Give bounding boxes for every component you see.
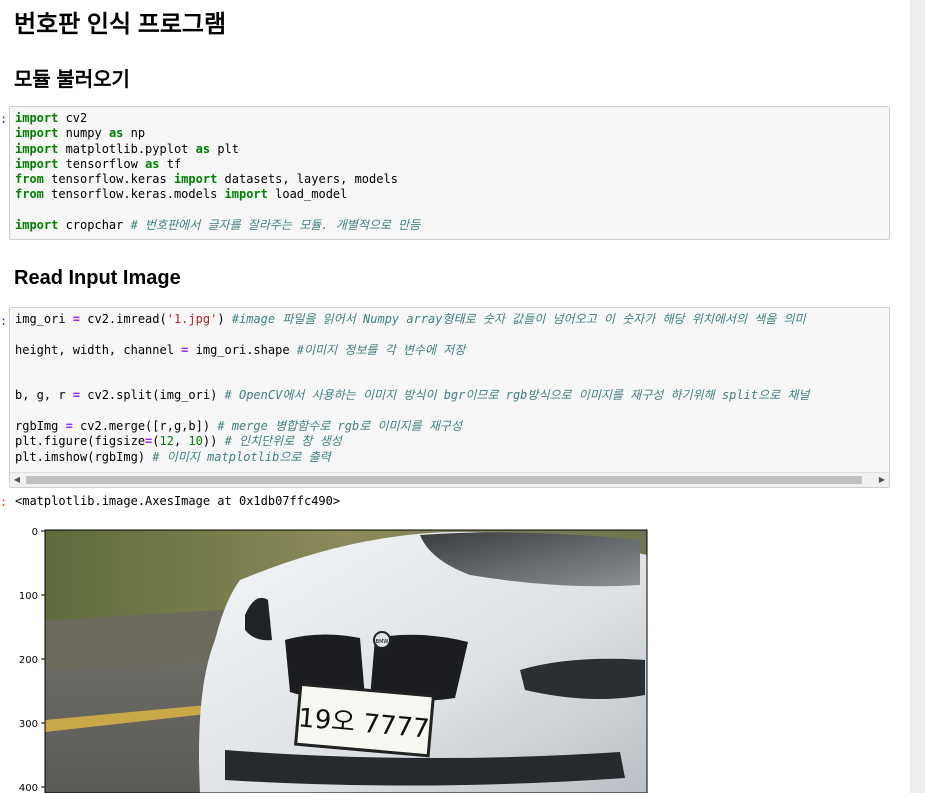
code-line: height, width, channel = img_ori.shape #… (15, 342, 466, 357)
code-line: import tensorflow as tf (15, 156, 182, 171)
code-line: img_ori = cv2.imread('1.jpg') #image 파일을… (15, 312, 806, 326)
output-text: <matplotlib.image.AxesImage at 0x1db07ff… (15, 494, 341, 508)
y-tick-label: 0 (32, 527, 38, 538)
code-line: from tensorflow.keras.models import load… (15, 187, 348, 202)
code-cell-read-image[interactable]: img_ori = cv2.imread('1.jpg') #image 파일을… (9, 307, 890, 488)
code-line: import matplotlib.pyplot as plt (15, 141, 239, 156)
code-editor[interactable]: img_ori = cv2.imread('1.jpg') #image 파일을… (10, 308, 889, 469)
page-title: 번호판 인식 프로그램 (14, 11, 227, 38)
code-line: import cv2 (15, 111, 88, 125)
notebook-page: 번호판 인식 프로그램 모듈 불러오기 : import cv2 import n… (0, 0, 910, 793)
code-line: plt.figure(figsize=(12, 10)) # 인치단위로 창 생… (15, 434, 342, 449)
code-cell-imports[interactable]: import cv2 import numpy as np import matpl… (9, 106, 890, 240)
code-line: import numpy as np (15, 126, 146, 141)
section-heading-imports: 모듈 불러오기 (14, 69, 130, 91)
y-tick-label: 100 (19, 591, 38, 602)
image-plot: 19오 7777 BMW 0 100 200 300 400 (19, 527, 648, 793)
horizontal-scrollbar[interactable]: ◀ ▶ (10, 472, 889, 487)
code-line: plt.imshow(rgbImg) # 이미지 matplotlib으로 출력 (15, 449, 331, 464)
cell-prompt: : (0, 112, 8, 126)
code-line: b, g, r = cv2.split(img_ori) # OpenCV에서 … (15, 388, 810, 403)
emblem-text: BMW (376, 639, 389, 645)
y-axis: 0 100 200 300 400 (19, 527, 45, 793)
photo (45, 530, 647, 793)
section-heading-read-image: Read Input Image (14, 267, 181, 289)
y-tick-label: 300 (19, 719, 38, 730)
scrollbar-thumb[interactable] (26, 476, 862, 484)
page-scroll-gutter[interactable] (910, 0, 925, 793)
cell-prompt: : (0, 314, 8, 328)
scroll-right-arrow-icon[interactable]: ▶ (875, 473, 889, 487)
y-tick-label: 200 (19, 655, 38, 666)
output-prompt: : (0, 495, 8, 509)
code-line: from tensorflow.keras import datasets, l… (15, 172, 398, 187)
code-line: import cropchar # 번호판에서 글자를 잘라주는 모듈. 개별적… (15, 218, 421, 233)
code-editor[interactable]: import cv2 import numpy as np import matpl… (10, 107, 889, 237)
scroll-left-arrow-icon[interactable]: ◀ (10, 473, 24, 487)
code-line: rgbImg = cv2.merge([r,g,b]) # merge 병합함수… (15, 419, 462, 434)
y-tick-label: 400 (19, 783, 38, 793)
